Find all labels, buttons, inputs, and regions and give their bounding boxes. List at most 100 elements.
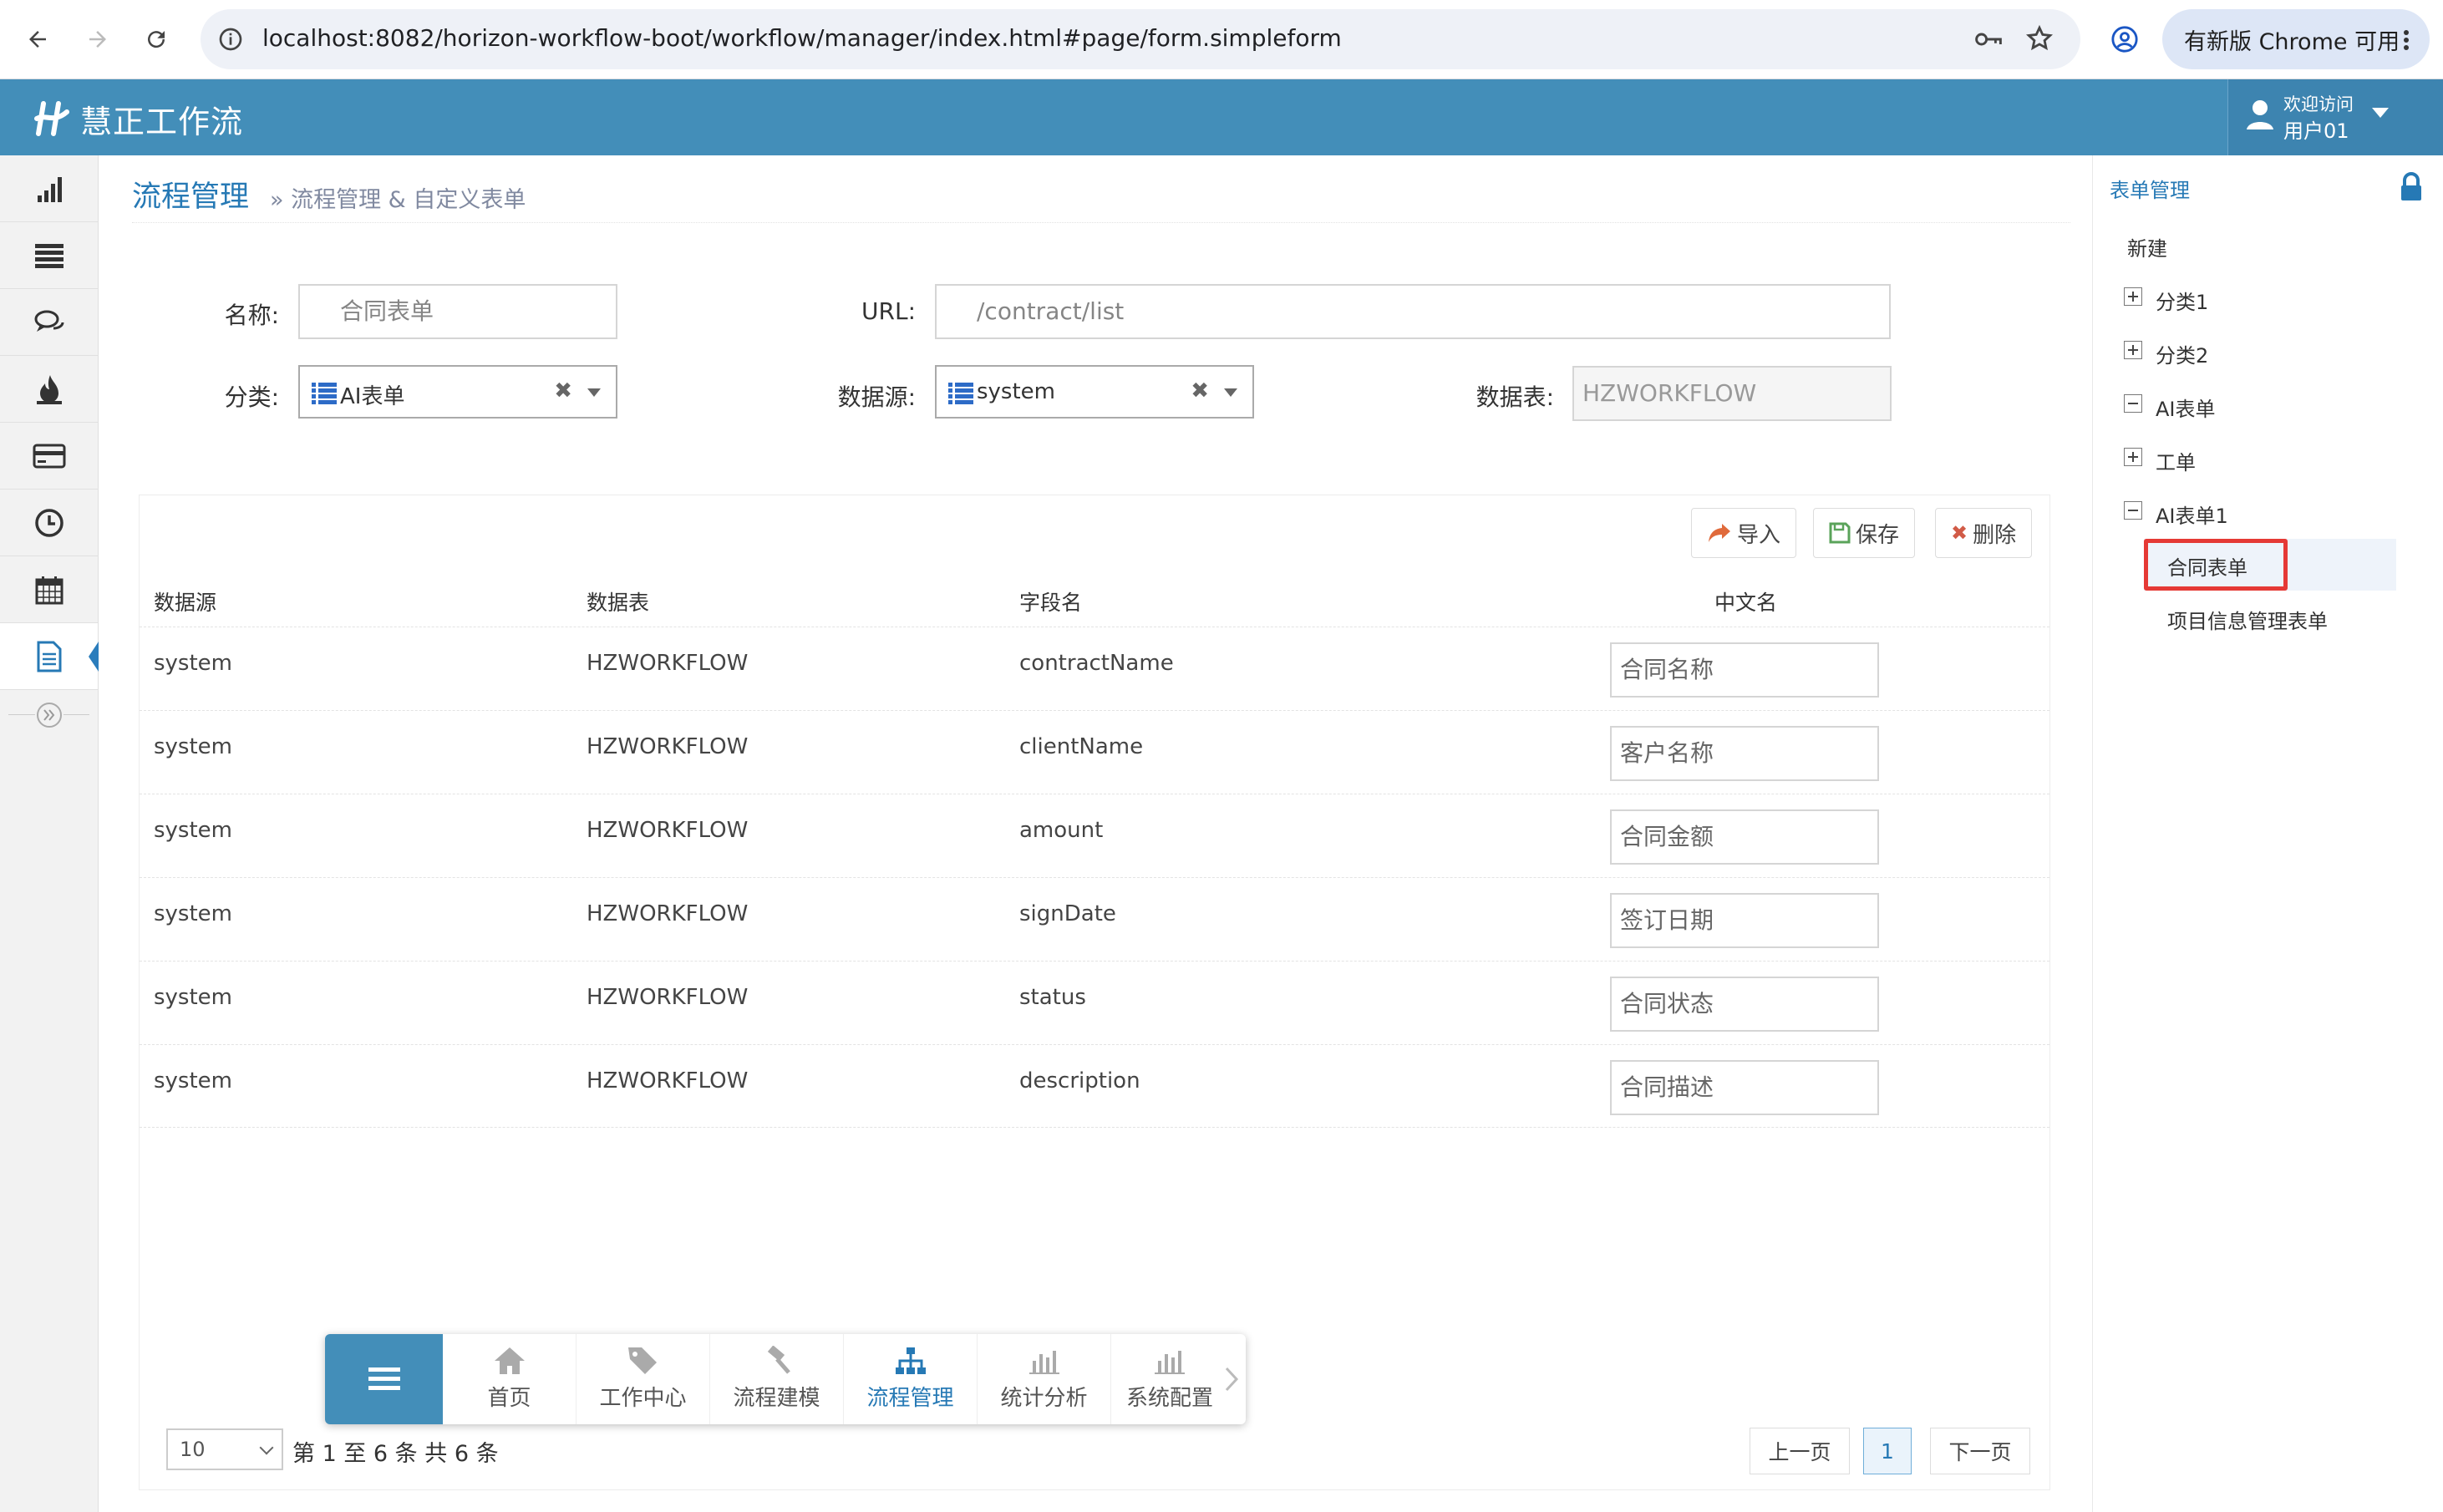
nav-label: 系统配置 (1125, 1386, 1213, 1411)
table-row: system HZWORKFLOW status 合同状态 (140, 961, 2049, 1044)
cn-name-input[interactable]: 客户名称 (1610, 726, 1879, 781)
more-vert-icon (2404, 30, 2409, 50)
page-size-select[interactable]: 10 (166, 1428, 283, 1470)
expand-icon[interactable] (2124, 341, 2142, 359)
page-title: 流程管理 (132, 180, 250, 214)
list-icon (312, 383, 337, 404)
category-select[interactable]: AI表单 ✖ (298, 365, 617, 419)
brand-title: 慧正工作流 (80, 104, 244, 140)
save-icon (1829, 522, 1851, 544)
address-bar[interactable]: localhost:8082/horizon-workflow-boot/wor… (201, 9, 2080, 69)
arrow-left-icon (29, 31, 46, 48)
tree-node-project-info-form[interactable]: 项目信息管理表单 (2167, 605, 2328, 634)
tree-node-category2[interactable]: 分类2 (2156, 339, 2208, 368)
user-greeting: 欢迎访问 (2283, 94, 2354, 114)
chevron-down-icon (259, 1440, 274, 1455)
save-button[interactable]: 保存 (1813, 508, 1916, 558)
tree-node-ai-form1[interactable]: AI表单1 (2156, 500, 2228, 529)
prev-page-button[interactable]: 上一页 (1750, 1428, 1850, 1474)
menu-icon (368, 1367, 400, 1390)
col-header-table[interactable]: 数据表 (587, 586, 649, 616)
cell-table: HZWORKFLOW (587, 985, 749, 1010)
tag-icon (627, 1347, 657, 1374)
caret-down-icon (2372, 108, 2389, 118)
page-1-button[interactable]: 1 (1863, 1428, 1912, 1474)
url-input[interactable]: /contract/list (935, 284, 1891, 339)
forward-button[interactable] (77, 18, 119, 60)
expand-icon[interactable] (2124, 287, 2142, 306)
sidebar-item-card[interactable] (0, 423, 98, 490)
user-name: 用户01 (2283, 119, 2349, 143)
bar-chart-icon (1155, 1351, 1185, 1374)
cell-source: system (154, 651, 232, 676)
reload-button[interactable] (135, 18, 177, 60)
cell-source: system (154, 985, 232, 1010)
caret-down-icon[interactable] (587, 388, 601, 397)
cn-name-input[interactable]: 合同状态 (1610, 977, 1879, 1032)
col-header-cn[interactable]: 中文名 (1714, 586, 1777, 616)
sidebar-item-forms[interactable] (0, 623, 99, 690)
category-label: 分类: (224, 383, 279, 411)
sidebar-item-dashboard[interactable] (0, 155, 98, 222)
key-icon[interactable] (1973, 26, 2004, 53)
chrome-update-label: 有新版 Chrome 可用 (2184, 28, 2400, 55)
menu-toggle-button[interactable] (325, 1334, 443, 1424)
expand-icon[interactable] (2124, 448, 2142, 466)
cn-name-input[interactable]: 合同名称 (1610, 642, 1879, 698)
lock-icon[interactable] (2399, 172, 2424, 202)
cell-field: contractName (1019, 651, 1174, 676)
tree-node-ai-form[interactable]: AI表单 (2156, 393, 2216, 422)
sidebar-collapse-toggle[interactable] (0, 690, 98, 740)
col-header-source[interactable]: 数据源 (154, 586, 216, 616)
sidebar-item-calendar[interactable] (0, 556, 98, 623)
tree-node-workorder[interactable]: 工单 (2156, 446, 2196, 475)
datasource-label: 数据源: (837, 383, 916, 411)
nav-item-modeling[interactable]: 流程建模 (710, 1334, 844, 1424)
clear-icon[interactable]: ✖ (554, 378, 572, 403)
sidebar-item-comments[interactable] (0, 289, 98, 356)
caret-down-icon[interactable] (1224, 388, 1237, 397)
datasource-select[interactable]: system ✖ (935, 365, 1254, 419)
selection-highlight-box (2144, 539, 2288, 591)
fire-icon (36, 374, 62, 404)
col-header-field[interactable]: 字段名 (1019, 586, 1082, 616)
next-page-button[interactable]: 下一页 (1930, 1428, 2030, 1474)
nav-item-system-config[interactable]: 系统配置 (1111, 1334, 1228, 1424)
nav-scroll-right[interactable] (1224, 1366, 1239, 1393)
profile-button[interactable] (2104, 18, 2146, 60)
cn-name-input[interactable]: 合同金额 (1610, 809, 1879, 865)
table-row: system HZWORKFLOW amount 合同金额 (140, 794, 2049, 877)
brand[interactable]: 慧正工作流 (33, 96, 243, 142)
cn-name-input[interactable]: 签订日期 (1610, 893, 1879, 948)
sidebar-item-fire[interactable] (0, 356, 98, 423)
bookmark-star-icon[interactable] (2025, 24, 2054, 53)
nav-item-work-center[interactable]: 工作中心 (576, 1334, 710, 1424)
clear-icon[interactable]: ✖ (1191, 378, 1209, 403)
account-circle-icon (2111, 26, 2138, 53)
home-icon (494, 1347, 525, 1374)
nav-item-process-mgmt[interactable]: 流程管理 (844, 1334, 978, 1424)
nav-item-statistics[interactable]: 统计分析 (978, 1334, 1111, 1424)
url-text: localhost:8082/horizon-workflow-boot/wor… (262, 24, 1342, 52)
delete-button[interactable]: ✖ 删除 (1935, 508, 2033, 558)
cn-name-input[interactable]: 合同描述 (1610, 1060, 1879, 1115)
nav-label: 统计分析 (1000, 1386, 1088, 1411)
collapse-icon[interactable] (2124, 394, 2142, 413)
back-button[interactable] (17, 18, 58, 60)
page-size-value: 10 (180, 1438, 206, 1461)
sidebar-item-history[interactable] (0, 490, 98, 556)
chrome-update-button[interactable]: 有新版 Chrome 可用 (2162, 9, 2430, 69)
datatable-input: HZWORKFLOW (1572, 366, 1892, 421)
sidebar-item-list[interactable] (0, 222, 98, 289)
breadcrumb: 流程管理 » 流程管理 & 自定义表单 (132, 171, 2070, 223)
tree-node-category1[interactable]: 分类1 (2156, 286, 2208, 315)
user-menu[interactable]: 欢迎访问 用户01 (2227, 79, 2443, 155)
nav-item-home[interactable]: 首页 (443, 1334, 576, 1424)
tree-new[interactable]: 新建 (2127, 232, 2167, 261)
collapse-icon[interactable] (2124, 501, 2142, 520)
nav-label: 首页 (487, 1386, 531, 1411)
import-button[interactable]: 导入 (1691, 508, 1797, 558)
table-row: system HZWORKFLOW description 合同描述 (140, 1044, 2049, 1128)
pagination-info: 第 1 至 6 条 共 6 条 (292, 1441, 499, 1467)
name-input[interactable]: 合同表单 (298, 284, 617, 339)
